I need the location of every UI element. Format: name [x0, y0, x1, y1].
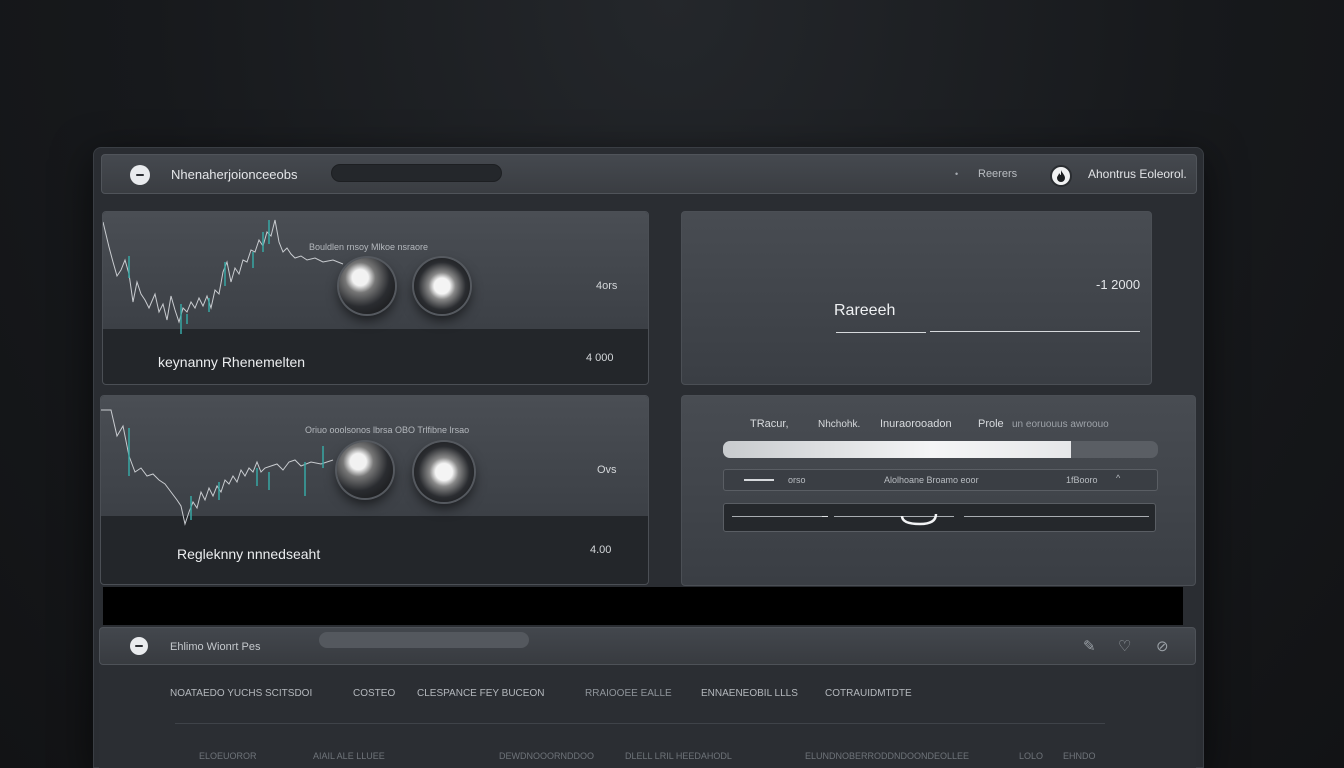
slider-track: [732, 516, 822, 517]
table-cell: LOLO: [1019, 751, 1044, 761]
row-middle: Alolhoane Broamo eoor: [884, 475, 979, 485]
flame-icon[interactable]: [1050, 165, 1072, 187]
table-cell: DEWDNOOORNDDOO: [499, 751, 594, 761]
research-card[interactable]: Rareeeh -1 2000: [681, 211, 1152, 385]
account-name[interactable]: Ahontrus Eoleorol.: [1088, 167, 1187, 181]
divider-strip: [103, 587, 1183, 625]
card-label: keynanny Rhenemelten: [158, 354, 306, 370]
progress-card[interactable]: TRacur, Nhchohk. Inuraorooadon Prole un …: [681, 395, 1196, 586]
research-title: Rareeeh: [834, 302, 896, 319]
progress-fill: [723, 441, 1071, 458]
slider-track: [964, 516, 1149, 517]
nav-link-right[interactable]: Reerers: [978, 168, 1017, 180]
table-cell: AIAIL ALE LLUEE: [313, 751, 385, 761]
column-header[interactable]: NOATAEDO YUCHS SCITSDOI: [170, 688, 312, 699]
chart-overlay-text: Bouldlen rnsoy Mlkoe nsraore: [309, 242, 429, 252]
timeline-slider[interactable]: [723, 503, 1156, 532]
link-icon[interactable]: ⊘: [1156, 637, 1169, 655]
card-value-bottom: 4 000: [586, 352, 614, 364]
chart-card-2[interactable]: Oriuo ooolsonos lbrsa OBO Trlfibne lrsao…: [100, 395, 649, 585]
column-header[interactable]: CLESPANCE FEY BUCEON: [417, 688, 544, 699]
table-cell: ELUNDNOBERRODDNDOONDEOLLEE: [805, 751, 970, 761]
search-input[interactable]: [331, 164, 502, 182]
section-title: Ehlimo Wionrt Pes: [170, 641, 261, 653]
column-header[interactable]: ENNAENEOBIL LLLS: [701, 688, 798, 699]
data-row[interactable]: orso Alolhoane Broamo eoor 1fBooro ^: [723, 469, 1158, 491]
table-cell: EHNDO: [1063, 751, 1096, 761]
card-value-bottom: 4.00: [590, 544, 612, 556]
slider-handle-icon[interactable]: [900, 504, 944, 528]
underline: [930, 331, 1140, 332]
bottom-toolbar: Ehlimo Wionrt Pes ✎ ♡ ⊘: [99, 627, 1196, 665]
chart-overlay-text: Oriuo ooolsonos lbrsa OBO Trlfibne lrsao: [305, 425, 470, 435]
research-value: -1 2000: [1096, 277, 1141, 292]
app-title: Nhenaherjoionceeobs: [171, 167, 298, 182]
column-header[interactable]: COSTEO: [353, 688, 395, 699]
header-item[interactable]: Prole: [978, 418, 1004, 430]
slider-tick: [822, 516, 828, 517]
dot-icon: •: [955, 169, 959, 179]
table-cell: DLELL LRIL HEEDAHODL: [625, 751, 732, 761]
card-value-top: Ovs: [597, 464, 617, 476]
table-cell: ELOEUOROR: [199, 751, 257, 761]
header-item[interactable]: TRacur,: [750, 418, 789, 430]
header-item[interactable]: un eoruouus awroouo: [1012, 419, 1109, 430]
table: NOATAEDO YUCHS SCITSDOI COSTEO CLESPANCE…: [99, 665, 1196, 768]
asset-orb-icon[interactable]: [414, 258, 470, 314]
collapse-icon[interactable]: [130, 637, 148, 655]
asset-orb-icon[interactable]: [414, 442, 474, 502]
section-search[interactable]: [319, 632, 529, 648]
menu-icon[interactable]: [130, 165, 150, 185]
top-bar: Nhenaherjoionceeobs • Reerers Ahontrus E…: [101, 154, 1197, 194]
column-header[interactable]: COTRAUIDMTDTE: [825, 688, 912, 699]
card-label: Regleknny nnnedseaht: [177, 546, 321, 562]
progress-bar: [723, 441, 1158, 458]
chevron-up-icon[interactable]: ^: [1116, 473, 1120, 483]
column-header[interactable]: RRAIOOEE EALLE: [585, 688, 672, 699]
row-left: orso: [788, 475, 806, 485]
chart-card-1[interactable]: Bouldlen rnsoy Mlkoe nsraore 4ors 4 000 …: [102, 211, 649, 385]
heart-icon[interactable]: ♡: [1118, 637, 1131, 655]
header-item[interactable]: Inuraorooadon: [880, 418, 952, 430]
underline: [836, 332, 926, 333]
row-right: 1fBooro: [1066, 475, 1098, 485]
row-marker: [744, 479, 774, 481]
row-divider: [175, 723, 1105, 724]
asset-orb-icon[interactable]: [337, 442, 393, 498]
card-value-top: 4ors: [596, 280, 618, 292]
asset-orb-icon[interactable]: [339, 258, 395, 314]
header-item[interactable]: Nhchohk.: [818, 419, 860, 430]
pencil-icon[interactable]: ✎: [1083, 637, 1096, 655]
